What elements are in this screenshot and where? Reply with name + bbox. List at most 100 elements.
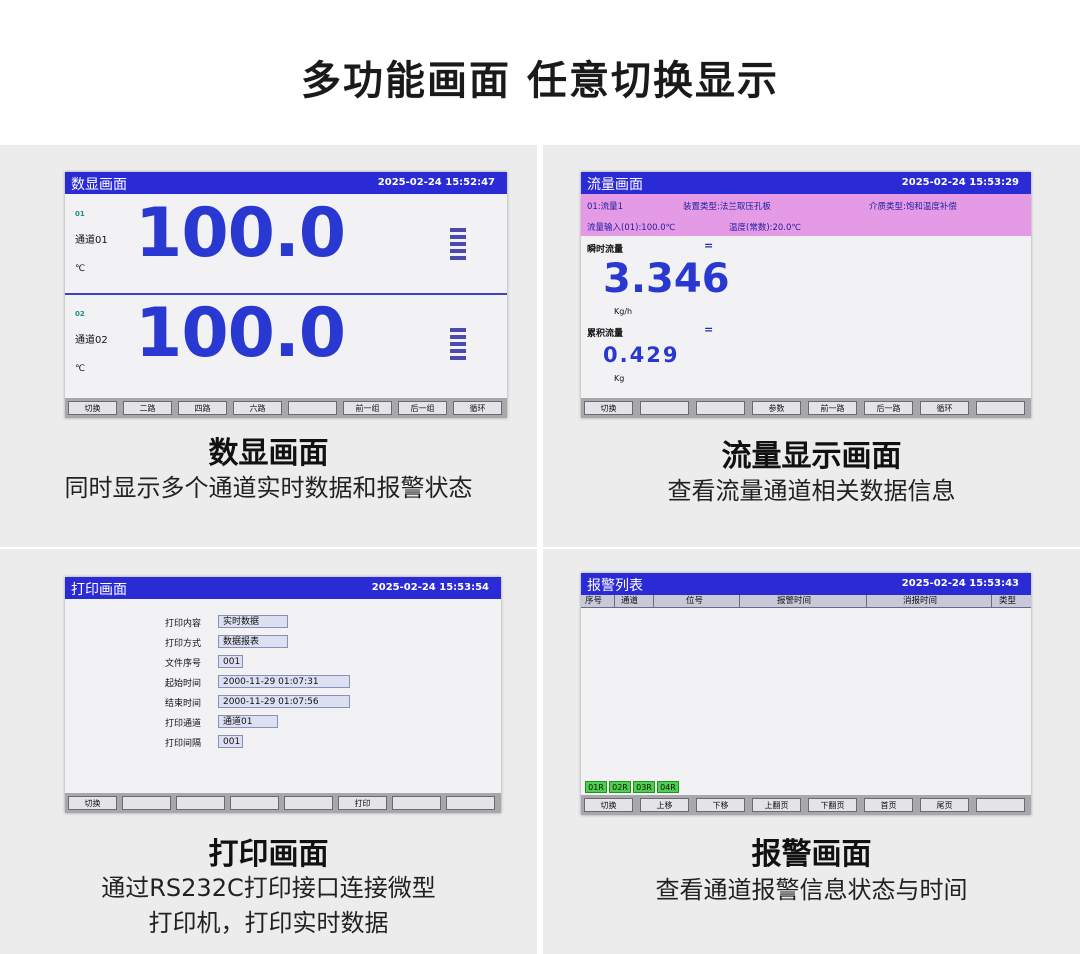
channel-unit: ℃: [75, 264, 86, 274]
channel-row-02: 02 通道02 ℃ 100.0: [65, 294, 507, 392]
print-file-no-field[interactable]: 001: [218, 655, 243, 668]
print-caption-title: 打印画面: [208, 837, 329, 872]
print-caption-desc-line2: 打印机，打印实时数据: [148, 909, 389, 937]
flow-datetime: 2025-02-24 15:53:29: [901, 177, 1019, 188]
softkey-blank[interactable]: [284, 796, 333, 810]
column-divider: [653, 595, 654, 607]
total-flow-equals: =: [704, 323, 714, 336]
channel-number: 02: [75, 310, 85, 318]
softkey-blank[interactable]: [122, 796, 171, 810]
column-divider: [991, 595, 992, 607]
softkey-move-up[interactable]: 上移: [640, 798, 689, 812]
channel-row-01: 01 通道01 ℃ 100.0: [65, 194, 507, 292]
softkey-cycle[interactable]: 循环: [453, 401, 502, 415]
softkey-move-down[interactable]: 下移: [696, 798, 745, 812]
flow-caption-title: 流量显示画面: [721, 439, 902, 474]
numeric-titlebar: 数显画面 2025-02-24 15:52:47: [65, 172, 507, 194]
flow-info-temp: 温度(常数):20.0℃: [729, 223, 801, 233]
softkey-page-up[interactable]: 上翻页: [752, 798, 801, 812]
softkey-four-way[interactable]: 四路: [178, 401, 227, 415]
print-row-label: 打印内容: [165, 619, 202, 629]
print-row-label: 打印方式: [165, 639, 202, 649]
flow-info-band: 01:流量1 装置类型:法兰取压孔板 介质类型:饱和温度补偿 流量输入(01):…: [581, 194, 1031, 236]
softkey-switch[interactable]: 切换: [68, 796, 117, 810]
softkey-print[interactable]: 打印: [338, 796, 387, 810]
alarm-screen-title: 报警列表: [587, 578, 643, 594]
channel-number: 01: [75, 210, 85, 218]
column-divider: [866, 595, 867, 607]
flow-screen: 流量画面 2025-02-24 15:53:29 01:流量1 装置类型:法兰取…: [581, 172, 1031, 418]
softkey-page-down[interactable]: 下翻页: [808, 798, 857, 812]
instant-flow-equals: =: [704, 239, 714, 252]
softkey-blank[interactable]: [176, 796, 225, 810]
alarm-caption-desc: 查看通道报警信息状态与时间: [655, 876, 968, 904]
column-header-channel: 通道: [621, 596, 639, 606]
flow-caption-desc: 查看流量通道相关数据信息: [667, 477, 956, 505]
channel-value: 100.0: [135, 294, 346, 373]
softkey-prev-group[interactable]: 前一组: [343, 401, 392, 415]
softkey-blank[interactable]: [446, 796, 495, 810]
softkey-six-way[interactable]: 六路: [233, 401, 282, 415]
print-start-time-field[interactable]: 2000-11-29 01:07:31: [218, 675, 350, 688]
column-header-clear-time: 消报时间: [903, 596, 938, 606]
print-screen: 打印画面 2025-02-24 15:53:54 打印内容 实时数据 打印方式 …: [65, 577, 501, 813]
softkey-two-way[interactable]: 二路: [123, 401, 172, 415]
softkey-switch[interactable]: 切换: [584, 401, 633, 415]
softkey-blank[interactable]: [230, 796, 279, 810]
alarm-titlebar: 报警列表 2025-02-24 15:53:43: [581, 573, 1031, 595]
column-divider: [614, 595, 615, 607]
flow-softkey-bar: 切换 参数 前一路 后一路 循环: [581, 398, 1031, 418]
softkey-blank[interactable]: [288, 401, 337, 415]
softkey-last-page[interactable]: 尾页: [920, 798, 969, 812]
channel-name: 通道02: [75, 335, 108, 346]
print-row-label: 结束时间: [165, 699, 202, 709]
softkey-blank[interactable]: [696, 401, 745, 415]
panel-alarm-list: 报警列表 2025-02-24 15:53:43 序号 通道 位号 报警时间 消…: [543, 549, 1080, 954]
print-mode-field[interactable]: 数据报表: [218, 635, 288, 648]
softkey-params[interactable]: 参数: [752, 401, 801, 415]
instant-flow-unit: Kg/h: [614, 307, 633, 316]
alarm-tag-01r: 01R: [585, 781, 607, 793]
numeric-caption-desc: 同时显示多个通道实时数据和报警状态: [64, 474, 473, 502]
softkey-switch[interactable]: 切换: [584, 798, 633, 812]
print-row-label: 打印通道: [165, 719, 202, 729]
numeric-datetime: 2025-02-24 15:52:47: [377, 177, 495, 188]
print-row-label: 打印间隔: [165, 739, 202, 749]
numeric-softkey-bar: 切换 二路 四路 六路 前一组 后一组 循环: [65, 398, 507, 418]
print-interval-field[interactable]: 001: [218, 735, 243, 748]
softkey-blank[interactable]: [976, 401, 1025, 415]
alarm-table-header: 序号 通道 位号 报警时间 消报时间 类型: [581, 595, 1031, 608]
alarm-screen: 报警列表 2025-02-24 15:53:43 序号 通道 位号 报警时间 消…: [581, 573, 1031, 815]
flow-screen-title: 流量画面: [587, 177, 643, 193]
softkey-next-group[interactable]: 后一组: [398, 401, 447, 415]
softkey-blank[interactable]: [976, 798, 1025, 812]
panel-numeric-display: 数显画面 2025-02-24 15:52:47 01 通道01 ℃ 100.0…: [0, 145, 537, 547]
page-headline: 多功能画面 任意切换显示: [301, 58, 779, 104]
softkey-next-way[interactable]: 后一路: [864, 401, 913, 415]
softkey-switch[interactable]: 切换: [68, 401, 117, 415]
print-channel-field[interactable]: 通道01: [218, 715, 278, 728]
column-header-index: 序号: [585, 596, 603, 606]
print-datetime: 2025-02-24 15:53:54: [371, 582, 489, 593]
alarm-tag-02r: 02R: [609, 781, 631, 793]
print-content-field[interactable]: 实时数据: [218, 615, 288, 628]
channel-unit: ℃: [75, 364, 86, 374]
column-header-tag: 位号: [686, 596, 704, 606]
alarm-datetime: 2025-02-24 15:53:43: [901, 578, 1019, 589]
softkey-prev-way[interactable]: 前一路: [808, 401, 857, 415]
softkey-blank[interactable]: [640, 401, 689, 415]
alarm-tag-04r: 04R: [657, 781, 679, 793]
softkey-cycle[interactable]: 循环: [920, 401, 969, 415]
softkey-blank[interactable]: [392, 796, 441, 810]
softkey-first-page[interactable]: 首页: [864, 798, 913, 812]
alarm-level-icon: [450, 228, 466, 263]
alarm-tag-03r: 03R: [633, 781, 655, 793]
alarm-caption-title: 报警画面: [751, 837, 872, 872]
flow-titlebar: 流量画面 2025-02-24 15:53:29: [581, 172, 1031, 194]
print-row-label: 文件序号: [165, 659, 202, 669]
print-end-time-field[interactable]: 2000-11-29 01:07:56: [218, 695, 350, 708]
numeric-screen: 数显画面 2025-02-24 15:52:47 01 通道01 ℃ 100.0…: [65, 172, 507, 418]
column-divider: [739, 595, 740, 607]
column-header-alarm-time: 报警时间: [777, 596, 812, 606]
instant-flow-value: 3.346: [603, 256, 730, 302]
